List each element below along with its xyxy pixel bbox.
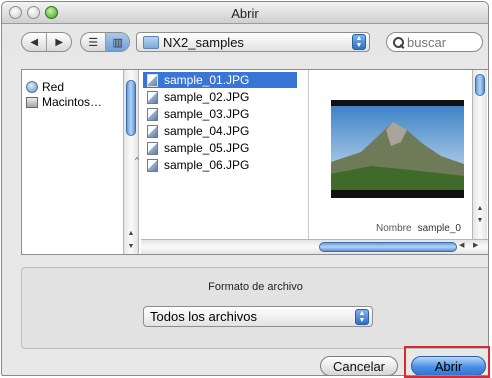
magnifier-icon xyxy=(393,36,404,48)
image-file-icon xyxy=(147,73,158,87)
search-input[interactable] xyxy=(407,34,477,50)
preview-name-key: Nombre xyxy=(376,223,412,234)
file-format-label: Formato de archivo xyxy=(208,281,303,293)
forward-button[interactable]: ▶ xyxy=(46,33,71,51)
column-view-icon: ▥ xyxy=(112,36,123,49)
sidebar: Red Macintos… ▲ ▼ xyxy=(22,70,139,254)
scroll-up-arrow-icon[interactable]: ▲ xyxy=(124,227,138,239)
preview-metadata: Nombre sample_0 xyxy=(376,223,461,234)
search-field[interactable] xyxy=(386,32,483,52)
triangle-right-icon: ▶ xyxy=(55,36,64,48)
cancel-button[interactable]: Cancelar xyxy=(320,356,398,375)
list-view-button[interactable]: ☰ xyxy=(81,33,105,51)
column-view-button[interactable]: ▥ xyxy=(105,33,129,51)
folder-icon xyxy=(143,35,159,49)
popup-stepper-icon: ▲ ▼ xyxy=(352,34,366,50)
view-mode-segmented-control: ☰ ▥ xyxy=(80,32,130,52)
file-item[interactable]: sample_02.JPG xyxy=(143,89,297,105)
image-file-icon xyxy=(147,124,158,138)
location-popup[interactable]: NX2_samples ▲ ▼ xyxy=(136,32,370,52)
list-view-icon: ☰ xyxy=(88,36,99,49)
horizontal-scrollbar[interactable]: ◀ ▶ xyxy=(141,239,488,254)
file-column: sample_01.JPG sample_02.JPG sample_03.JP… xyxy=(135,70,306,240)
preview-scroll-thumb[interactable] xyxy=(475,74,485,96)
preview-scrollbar[interactable]: ▲ ▼ xyxy=(472,70,487,240)
file-item[interactable]: sample_05.JPG xyxy=(143,140,297,156)
file-name: sample_01.JPG xyxy=(164,73,250,87)
sidebar-scroll-thumb[interactable] xyxy=(126,80,136,136)
scroll-left-arrow-icon[interactable]: ◀ xyxy=(459,241,464,249)
scroll-down-arrow-icon[interactable]: ▼ xyxy=(473,214,487,226)
image-file-icon xyxy=(147,107,158,121)
image-file-icon xyxy=(147,141,158,155)
popup-stepper-icon: ▲ ▼ xyxy=(355,308,369,325)
file-format-popup[interactable]: Todos los archivos ▲ ▼ xyxy=(143,306,373,327)
file-item[interactable]: sample_04.JPG xyxy=(143,123,297,139)
sidebar-item-macintosh[interactable]: Macintos… xyxy=(26,95,102,109)
back-button[interactable]: ◀ xyxy=(22,33,46,51)
file-name: sample_03.JPG xyxy=(164,107,250,121)
file-item[interactable]: sample_03.JPG xyxy=(143,106,297,122)
image-file-icon xyxy=(147,90,158,104)
preview-image xyxy=(331,100,464,198)
file-format-group: Formato de archivo Todos los archivos ▲ ▼ xyxy=(21,267,488,349)
window-title: Abrir xyxy=(231,6,259,21)
column-resize-handle[interactable]: ^ xyxy=(135,156,139,165)
scroll-right-arrow-icon[interactable]: ▶ xyxy=(473,241,478,249)
file-name: sample_05.JPG xyxy=(164,141,250,155)
file-format-selected: Todos los archivos xyxy=(150,309,257,324)
hard-drive-icon xyxy=(26,96,38,108)
triangle-left-icon: ◀ xyxy=(30,36,39,48)
file-browser: Red Macintos… ▲ ▼ sample_01.JPG sample_0… xyxy=(21,69,488,255)
location-label: NX2_samples xyxy=(163,34,244,50)
file-name: sample_06.JPG xyxy=(164,158,250,172)
preview-name-value: sample_0 xyxy=(417,223,461,234)
network-globe-icon xyxy=(26,81,38,93)
open-button-highlight xyxy=(404,346,490,378)
toolbar: ◀ ▶ ☰ ▥ NX2_samples ▲ ▼ xyxy=(2,25,488,55)
scroll-up-arrow-icon[interactable]: ▲ xyxy=(473,202,487,214)
navigation-segmented-control: ◀ ▶ xyxy=(21,32,72,52)
preview-pane: Nombre sample_0 ▲ ▼ xyxy=(308,70,488,240)
open-dialog-window: Abrir ◀ ▶ ☰ ▥ NX2_samples ▲ ▼ buscar Red… xyxy=(1,1,489,376)
file-item[interactable]: sample_01.JPG xyxy=(143,72,297,88)
sidebar-item-label: Macintos… xyxy=(42,95,103,109)
sidebar-item-red[interactable]: Red xyxy=(26,80,64,94)
file-name: sample_04.JPG xyxy=(164,124,250,138)
scroll-down-arrow-icon[interactable]: ▼ xyxy=(124,240,138,252)
file-item[interactable]: sample_06.JPG xyxy=(143,157,297,173)
horizontal-scroll-thumb[interactable] xyxy=(319,242,457,252)
sidebar-item-label: Red xyxy=(42,80,65,94)
title-bar[interactable]: Abrir xyxy=(2,2,488,24)
file-name: sample_02.JPG xyxy=(164,90,250,104)
image-file-icon xyxy=(147,158,158,172)
